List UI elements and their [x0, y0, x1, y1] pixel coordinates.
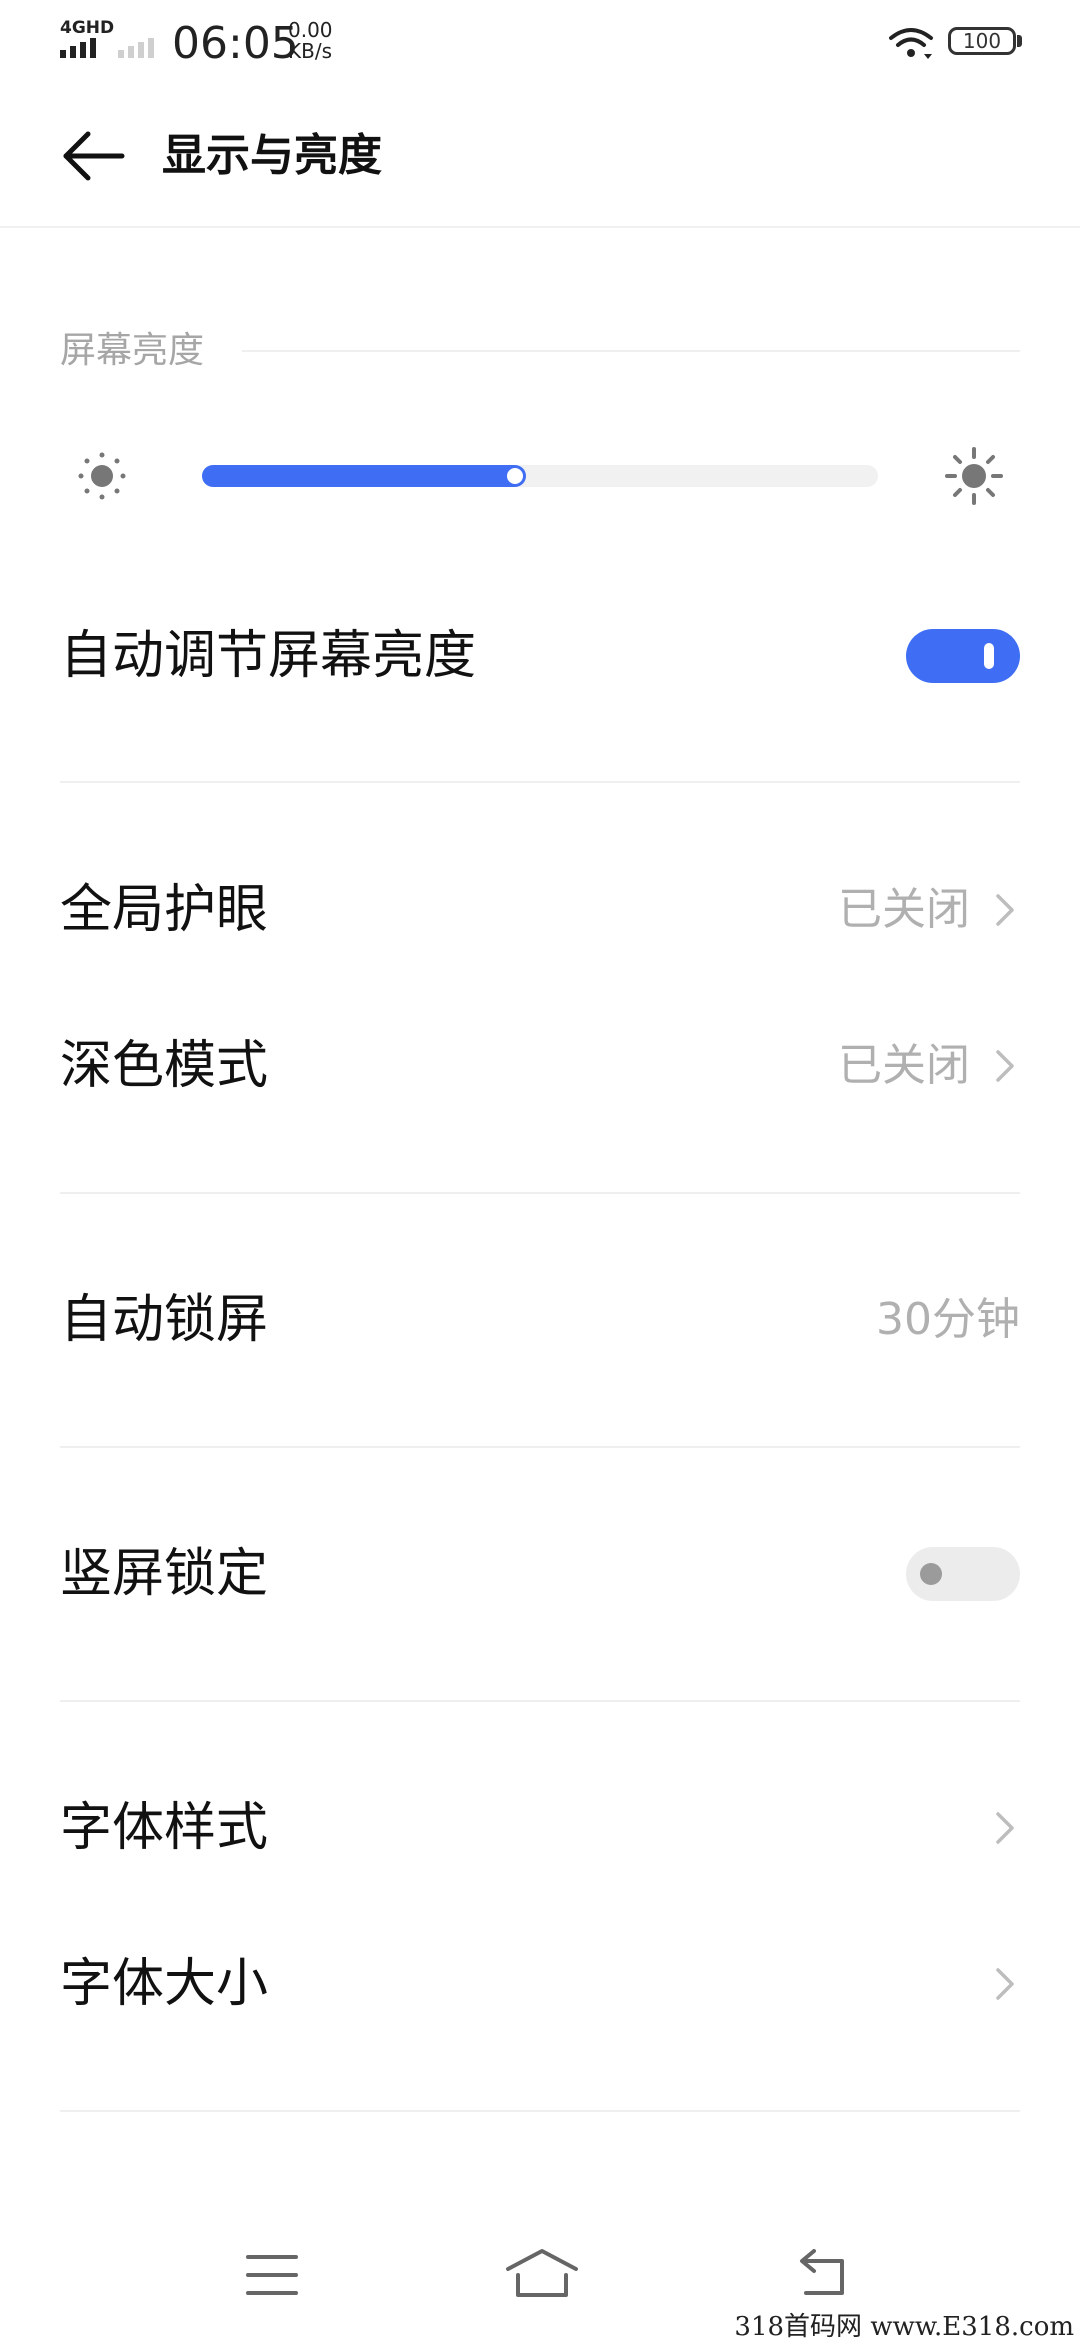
section-header-brightness: 屏幕亮度	[60, 330, 205, 371]
divider	[60, 1192, 1020, 1194]
chevron-right-icon	[996, 1968, 1014, 2000]
section-divider	[242, 350, 1020, 352]
font-style-label: 字体样式	[60, 1798, 269, 1858]
watermark: 318首码网 www.E318.com	[734, 2312, 1074, 2342]
auto-lock-label: 自动锁屏	[60, 1290, 269, 1350]
network-type: 4GHD	[60, 18, 115, 38]
dark-mode-row[interactable]: 深色模式 已关闭	[0, 1006, 1080, 1126]
chevron-right-icon	[996, 1812, 1014, 1844]
home-icon[interactable]	[504, 2245, 580, 2305]
divider	[60, 1446, 1020, 1448]
signal-icon	[60, 38, 96, 58]
auto-lock-value: 30分钟	[876, 1294, 1020, 1345]
back-icon[interactable]	[792, 2245, 856, 2305]
battery-indicator: 100	[948, 27, 1016, 55]
divider	[60, 781, 1020, 783]
toggle-knob	[984, 643, 994, 669]
auto-brightness-row[interactable]: 自动调节屏幕亮度	[0, 596, 1080, 716]
header-divider	[0, 226, 1080, 228]
brightness-slider-fill	[202, 465, 526, 487]
network-speed: 0.00 KB/s	[288, 18, 333, 63]
portrait-lock-row[interactable]: 竖屏锁定	[0, 1514, 1080, 1634]
brightness-slider-thumb[interactable]	[507, 468, 523, 484]
dark-mode-value: 已关闭	[838, 1040, 970, 1091]
chevron-right-icon	[996, 1050, 1014, 1082]
menu-icon[interactable]	[240, 2245, 304, 2305]
signal-icon-secondary	[118, 38, 154, 58]
font-style-row[interactable]: 字体样式	[0, 1768, 1080, 1888]
battery-tip	[1017, 35, 1022, 47]
clock: 06:05	[172, 18, 299, 69]
brightness-high-icon	[945, 447, 1003, 505]
divider	[60, 2110, 1020, 2112]
divider	[60, 1700, 1020, 1702]
dark-mode-label: 深色模式	[60, 1036, 269, 1096]
toggle-knob	[920, 1563, 942, 1585]
brightness-low-icon	[78, 452, 126, 500]
eye-care-label: 全局护眼	[60, 880, 269, 940]
auto-brightness-label: 自动调节屏幕亮度	[60, 626, 477, 686]
status-bar: 4GHD 06:05 0.00 KB/s 100	[0, 0, 1080, 86]
page-title: 显示与亮度	[162, 130, 382, 181]
back-arrow-icon[interactable]	[56, 126, 136, 186]
portrait-lock-toggle[interactable]	[906, 1547, 1020, 1601]
brightness-slider[interactable]	[202, 465, 878, 487]
portrait-lock-label: 竖屏锁定	[60, 1544, 269, 1604]
chevron-right-icon	[996, 894, 1014, 926]
auto-brightness-toggle[interactable]	[906, 629, 1020, 683]
font-size-label: 字体大小	[60, 1954, 269, 2014]
eye-care-row[interactable]: 全局护眼 已关闭	[0, 850, 1080, 970]
wifi-icon	[889, 28, 933, 59]
eye-care-value: 已关闭	[838, 884, 970, 935]
auto-lock-row[interactable]: 自动锁屏 30分钟	[0, 1260, 1080, 1380]
font-size-row[interactable]: 字体大小	[0, 1924, 1080, 2044]
